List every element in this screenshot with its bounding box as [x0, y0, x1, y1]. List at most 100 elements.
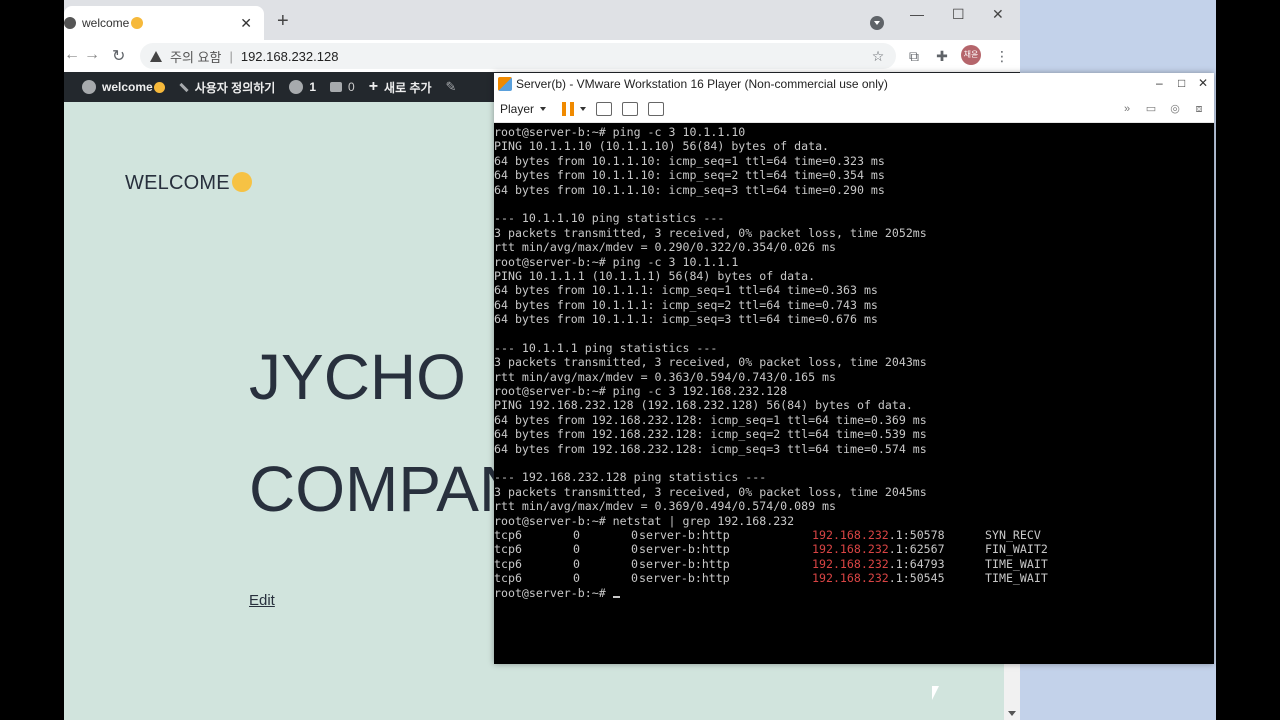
vmware-toolbar: Player » ▭ ◎ ⧈ — [494, 95, 1214, 123]
site-title[interactable]: WELCOME — [125, 172, 252, 195]
vm-maximize-icon[interactable]: □ — [1178, 76, 1185, 90]
site-name-label: welcome — [102, 80, 153, 94]
netstat-row: tcp6 0 0server-b:http 192.168.232.1:50545 TI… — [494, 571, 1214, 585]
netstat-local-address: server-b:http — [639, 542, 730, 557]
tab-search-icon[interactable] — [870, 16, 884, 30]
terminal-line: 64 bytes from 10.1.1.1: icmp_seq=2 ttl=6… — [494, 297, 878, 312]
minimize-icon[interactable]: — — [910, 6, 924, 22]
wink-emoji-icon — [231, 172, 252, 192]
vmware-titlebar[interactable]: Server(b) - VMware Workstation 16 Player… — [494, 73, 1214, 95]
netstat-recv-q: 0 — [573, 556, 580, 571]
terminal-line: 64 bytes from 10.1.1.1: icmp_seq=1 ttl=6… — [494, 283, 878, 298]
hero-heading-line1: JYCHO — [249, 341, 466, 413]
netstat-foreign-address: 192.168.232.1:50578 — [812, 528, 985, 542]
terminal-line: 3 packets transmitted, 3 received, 0% pa… — [494, 484, 927, 499]
terminal-line: rtt min/avg/max/mdev = 0.369/0.494/0.574… — [494, 499, 837, 514]
browser-tab[interactable]: welcome ✕ — [64, 6, 264, 40]
netstat-state: TIME_WAIT — [985, 556, 1048, 571]
profile-avatar[interactable]: 채윤 — [961, 45, 981, 65]
tab-strip: welcome ✕ + — ☐ ✕ — [64, 0, 1020, 40]
netstat-foreign-port: .1:64793 — [888, 556, 945, 571]
new-tab-button[interactable]: + — [277, 11, 289, 31]
terminal-line: PING 192.168.232.128 (192.168.232.128) 5… — [494, 398, 913, 413]
netstat-recv-q: 0 — [573, 571, 580, 586]
grep-match-highlight: 192.168.232 — [812, 542, 889, 557]
netstat-recv-q: 0 — [573, 527, 580, 542]
comments-count: 0 — [348, 80, 355, 94]
wordpress-favicon-icon — [64, 17, 76, 29]
network-icon[interactable]: ⧈ — [1192, 102, 1206, 116]
edit-link[interactable]: Edit — [249, 592, 275, 609]
wink-emoji-icon — [153, 81, 165, 93]
extensions-icon[interactable]: ✚ — [934, 48, 950, 64]
terminal-line: --- 10.1.1.1 ping statistics --- — [494, 340, 718, 355]
wp-updates[interactable]: 1 — [289, 80, 316, 94]
netstat-send-q: 0 — [631, 542, 638, 557]
netstat-foreign-address: 192.168.232.1:64793 — [812, 557, 985, 571]
wp-customize[interactable]: 사용자 정의하기 — [179, 79, 276, 96]
wp-comments[interactable]: 0 — [330, 80, 355, 94]
netstat-row: tcp6 0 0server-b:http 192.168.232.1:50578 SY… — [494, 528, 1214, 542]
netstat-local-address: server-b:http — [639, 556, 730, 571]
netstat-row: tcp6 0 0server-b:http 192.168.232.1:64793 TI… — [494, 557, 1214, 571]
console-terminal[interactable]: root@server-b:~# ping -c 3 10.1.1.10 PING… — [494, 123, 1214, 664]
plus-icon: + — [368, 78, 379, 95]
close-window-icon[interactable]: ✕ — [992, 6, 1004, 23]
terminal-line: 3 packets transmitted, 3 received, 0% pa… — [494, 355, 927, 370]
star-icon[interactable]: ☆ — [870, 48, 886, 64]
wp-site-name[interactable]: welcome — [82, 80, 165, 94]
warning-icon[interactable] — [150, 50, 162, 62]
netstat-send-q: 0 — [631, 527, 638, 542]
send-ctrl-alt-del-icon[interactable] — [596, 101, 613, 116]
back-icon[interactable]: ← — [64, 46, 80, 64]
grep-match-highlight: 192.168.232 — [812, 556, 889, 571]
address-bar[interactable]: 주의 요함 | 192.168.232.128 — [140, 43, 896, 69]
cast-icon[interactable]: ⧉ — [906, 48, 922, 64]
dashboard-icon — [82, 80, 96, 94]
forward-icon[interactable]: → — [84, 46, 100, 64]
pause-dropdown-icon[interactable] — [580, 106, 587, 111]
removable-devices-icon[interactable]: ▭ — [1144, 102, 1158, 116]
terminal-line: root@server-b:~# ping -c 3 10.1.1.10 — [494, 125, 746, 139]
terminal-line: 64 bytes from 10.1.1.10: icmp_seq=3 ttl=… — [494, 182, 885, 197]
scroll-down-icon[interactable] — [1008, 711, 1016, 716]
maximize-icon[interactable]: ☐ — [952, 6, 965, 23]
netstat-proto: tcp6 — [494, 542, 522, 557]
pause-icon[interactable] — [562, 101, 575, 116]
mouse-cursor-icon — [931, 685, 939, 701]
vm-close-icon[interactable]: ✕ — [1198, 76, 1208, 90]
reload-icon[interactable]: ↻ — [112, 46, 125, 66]
close-tab-icon[interactable]: ✕ — [240, 15, 252, 32]
netstat-proto: tcp6 — [494, 556, 522, 571]
tab-title: welcome — [82, 16, 130, 30]
netstat-foreign-port: .1:50578 — [888, 527, 945, 542]
security-warning-label[interactable]: 주의 요함 — [170, 47, 221, 66]
netstat-foreign-address: 192.168.232.1:50545 — [812, 571, 985, 585]
terminal-line: root@server-b:~# ping -c 3 192.168.232.1… — [494, 384, 788, 399]
netstat-proto: tcp6 — [494, 571, 522, 586]
grep-match-highlight: 192.168.232 — [812, 571, 889, 586]
vm-minimize-icon[interactable]: – — [1156, 76, 1163, 90]
unity-icon[interactable] — [648, 101, 665, 116]
url-text[interactable]: 192.168.232.128 — [241, 49, 339, 64]
terminal-line: rtt min/avg/max/mdev = 0.363/0.594/0.743… — [494, 369, 837, 384]
more-icon[interactable]: » — [1120, 102, 1134, 116]
text-cursor — [612, 595, 620, 598]
terminal-line: rtt min/avg/max/mdev = 0.290/0.322/0.354… — [494, 240, 837, 255]
edit-pencil-icon[interactable]: ✎ — [446, 79, 457, 95]
netstat-foreign-port: .1:50545 — [888, 571, 945, 586]
terminal-prompt[interactable]: root@server-b:~# — [494, 586, 1214, 600]
menu-dots-icon[interactable]: ⋮ — [994, 48, 1010, 64]
address-separator: | — [229, 48, 233, 64]
netstat-send-q: 0 — [631, 571, 638, 586]
terminal-line: --- 10.1.1.10 ping statistics --- — [494, 211, 725, 226]
player-menu-button[interactable]: Player — [500, 102, 547, 116]
customize-label: 사용자 정의하기 — [194, 80, 276, 95]
netstat-foreign-address: 192.168.232.1:62567 — [812, 542, 985, 556]
cd-icon[interactable]: ◎ — [1168, 102, 1182, 116]
fullscreen-icon[interactable] — [622, 101, 639, 116]
vmware-title: Server(b) - VMware Workstation 16 Player… — [516, 77, 888, 91]
wp-new-content[interactable]: + 새로 추가 — [369, 78, 432, 96]
terminal-line: 64 bytes from 10.1.1.1: icmp_seq=3 ttl=6… — [494, 312, 878, 327]
